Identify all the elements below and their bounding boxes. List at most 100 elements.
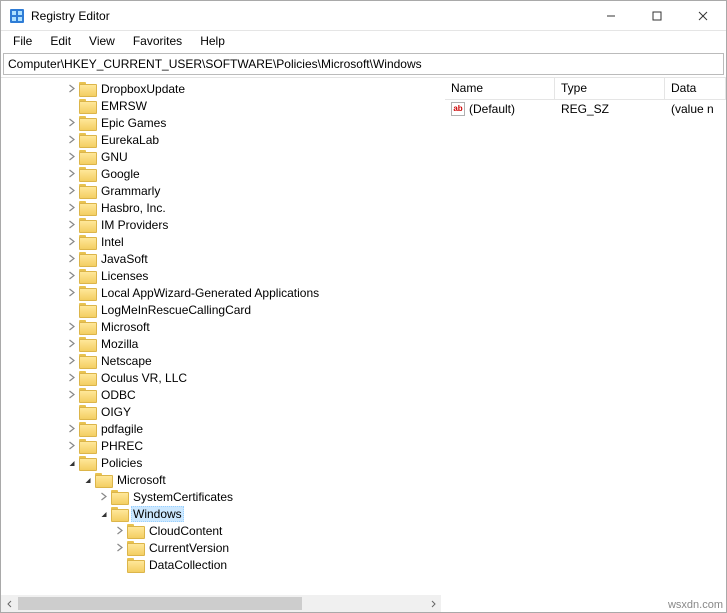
maximize-button[interactable] [634,1,680,31]
chevron-right-icon[interactable] [65,151,77,163]
tree-item[interactable]: Oculus VR, LLC [1,369,441,386]
chevron-down-icon[interactable] [97,508,109,520]
chevron-right-icon[interactable] [65,389,77,401]
address-bar[interactable]: Computer\HKEY_CURRENT_USER\SOFTWARE\Poli… [3,53,724,75]
menu-help[interactable]: Help [192,33,233,49]
tree-item[interactable]: Hasbro, Inc. [1,199,441,216]
tree-item[interactable]: IM Providers [1,216,441,233]
menu-edit[interactable]: Edit [42,33,79,49]
menu-file[interactable]: File [5,33,40,49]
tree-item[interactable]: pdfagile [1,420,441,437]
tree-item[interactable]: ODBC [1,386,441,403]
chevron-right-icon[interactable] [65,236,77,248]
tree-item[interactable]: CurrentVersion [1,539,441,556]
tree-item[interactable]: EurekaLab [1,131,441,148]
address-text: Computer\HKEY_CURRENT_USER\SOFTWARE\Poli… [8,57,422,71]
tree-item[interactable]: JavaSoft [1,250,441,267]
tree-label: Licenses [99,269,150,283]
tree-hscrollbar[interactable] [1,595,441,612]
scroll-left-icon[interactable] [1,595,18,612]
chevron-down-icon[interactable] [81,474,93,486]
tree-item[interactable]: Local AppWizard-Generated Applications [1,284,441,301]
folder-icon [79,252,95,265]
folder-icon [111,490,127,503]
tree-item[interactable]: Google [1,165,441,182]
tree-item[interactable]: SystemCertificates [1,488,441,505]
tree-label: IM Providers [99,218,170,232]
scroll-thumb[interactable] [18,597,302,610]
tree-item[interactable]: Epic Games [1,114,441,131]
folder-icon [79,456,95,469]
tree-item[interactable]: Grammarly [1,182,441,199]
list-header: Name Type Data [445,78,726,100]
chevron-right-icon[interactable] [65,440,77,452]
menu-view[interactable]: View [81,33,123,49]
chevron-right-icon[interactable] [65,185,77,197]
chevron-right-icon[interactable] [65,287,77,299]
tree-label: pdfagile [99,422,145,436]
tree-label: Microsoft [115,473,168,487]
chevron-right-icon[interactable] [65,423,77,435]
tree-item[interactable]: Mozilla [1,335,441,352]
chevron-right-icon[interactable] [97,491,109,503]
tree-item[interactable]: Microsoft [1,471,441,488]
chevron-right-icon[interactable] [65,134,77,146]
tree-label: EMRSW [99,99,149,113]
menu-favorites[interactable]: Favorites [125,33,190,49]
chevron-right-icon[interactable] [65,219,77,231]
tree-item[interactable]: Microsoft [1,318,441,335]
col-name[interactable]: Name [445,78,555,99]
folder-icon [79,269,95,282]
chevron-right-icon[interactable] [65,83,77,95]
folder-icon [79,82,95,95]
tree-item[interactable]: PHREC [1,437,441,454]
chevron-right-icon[interactable] [65,168,77,180]
value-data: (value n [665,102,726,116]
folder-icon [79,388,95,401]
tree-item[interactable]: Licenses [1,267,441,284]
chevron-right-icon[interactable] [113,542,125,554]
tree-item[interactable]: GNU [1,148,441,165]
tree-item[interactable]: Netscape [1,352,441,369]
chevron-right-icon[interactable] [65,321,77,333]
chevron-right-icon[interactable] [65,253,77,265]
tree-item[interactable]: Windows [1,505,441,522]
folder-icon [111,507,127,520]
regedit-icon [9,8,25,24]
list-body[interactable]: ab(Default)REG_SZ(value n [445,100,726,612]
chevron-right-icon[interactable] [65,355,77,367]
minimize-button[interactable] [588,1,634,31]
chevron-down-icon[interactable] [65,457,77,469]
tree-item[interactable]: LogMeInRescueCallingCard [1,301,441,318]
tree-label: LogMeInRescueCallingCard [99,303,253,317]
tree-item[interactable]: EMRSW [1,97,441,114]
tree-item[interactable]: Intel [1,233,441,250]
chevron-right-icon[interactable] [65,338,77,350]
tree-label: Grammarly [99,184,162,198]
registry-tree[interactable]: DropboxUpdate EMRSWEpic Games EurekaLabGNU… [1,78,441,573]
folder-icon [127,558,143,571]
tree-item[interactable]: CloudContent [1,522,441,539]
folder-icon [79,184,95,197]
folder-icon [95,473,111,486]
folder-icon [79,218,95,231]
tree-item[interactable]: DropboxUpdate [1,80,441,97]
chevron-right-icon[interactable] [65,372,77,384]
value-type: REG_SZ [555,102,665,116]
chevron-right-icon[interactable] [65,117,77,129]
tree-label: Windows [131,506,184,522]
chevron-right-icon[interactable] [65,202,77,214]
chevron-right-icon[interactable] [113,525,125,537]
list-row[interactable]: ab(Default)REG_SZ(value n [445,100,726,118]
tree-label: EurekaLab [99,133,161,147]
tree-label: CurrentVersion [147,541,231,555]
titlebar[interactable]: Registry Editor [1,1,726,31]
chevron-right-icon[interactable] [65,270,77,282]
col-data[interactable]: Data [665,78,726,99]
col-type[interactable]: Type [555,78,665,99]
tree-item[interactable]: DataCollection [1,556,441,573]
close-button[interactable] [680,1,726,31]
tree-item[interactable]: OIGY [1,403,441,420]
tree-item[interactable]: Policies [1,454,441,471]
scroll-right-icon[interactable] [424,595,441,612]
